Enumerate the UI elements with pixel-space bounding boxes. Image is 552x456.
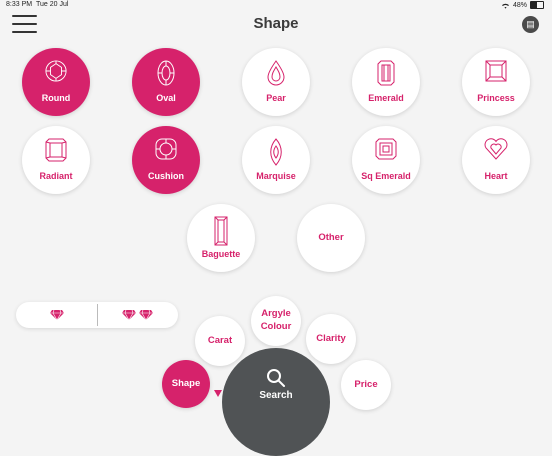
- shape-label: Heart: [484, 171, 508, 181]
- argyle-colour-filter[interactable]: Argyle Colour: [251, 296, 301, 346]
- status-right: 48%: [501, 1, 544, 9]
- wifi-icon: [501, 3, 509, 9]
- carat-label: Carat: [207, 334, 233, 346]
- shape-radiant[interactable]: Radiant: [22, 126, 90, 194]
- square-emerald-diamond-icon: [375, 138, 397, 160]
- shape-label: Oval: [156, 93, 176, 103]
- search-icon: [267, 369, 285, 387]
- shape-label: Radiant: [39, 171, 73, 181]
- shape-other[interactable]: Other: [297, 204, 365, 272]
- emerald-diamond-icon: [377, 60, 395, 86]
- shape-label: Pear: [266, 93, 286, 103]
- double-diamond-icon: [121, 309, 154, 321]
- shape-baguette[interactable]: Baguette: [187, 204, 255, 272]
- shape-label: Baguette: [201, 249, 241, 259]
- status-time: 8:33 PM Tue 20 Jul: [6, 1, 69, 8]
- notes-icon[interactable]: ▤: [522, 16, 539, 33]
- shape-round[interactable]: Round: [22, 48, 90, 116]
- shape-pear[interactable]: Pear: [242, 48, 310, 116]
- radiant-diamond-icon: [45, 138, 67, 162]
- battery-icon: [530, 1, 544, 9]
- shape-sq-emerald[interactable]: Sq Emerald: [352, 126, 420, 194]
- shape-filter-label: Shape: [171, 377, 201, 389]
- shape-cushion[interactable]: Cushion: [132, 126, 200, 194]
- size-toggle: [16, 302, 178, 328]
- shape-emerald[interactable]: Emerald: [352, 48, 420, 116]
- search-label: Search: [259, 390, 293, 401]
- shape-label: Emerald: [368, 93, 404, 103]
- round-diamond-icon: [45, 60, 67, 82]
- clarity-filter[interactable]: Clarity: [306, 314, 356, 364]
- shape-heart[interactable]: Heart: [462, 126, 530, 194]
- page-title: Shape: [253, 15, 299, 32]
- argyle-colour-label: Argyle Colour: [260, 308, 292, 332]
- princess-diamond-icon: [485, 60, 507, 82]
- single-diamond-icon: [49, 309, 64, 321]
- price-filter[interactable]: Price: [341, 360, 391, 410]
- baguette-diamond-icon: [214, 216, 228, 246]
- shape-princess[interactable]: Princess: [462, 48, 530, 116]
- battery-percent: 48%: [512, 1, 527, 9]
- double-diamond-option[interactable]: [97, 302, 178, 328]
- status-date: Tue 20 Jul: [35, 1, 69, 8]
- shape-label: Sq Emerald: [361, 171, 411, 181]
- shape-label: Round: [41, 93, 71, 103]
- pear-diamond-icon: [267, 60, 285, 86]
- status-bar: 8:33 PM Tue 20 Jul 48%: [0, 0, 552, 12]
- battery-fill: [531, 2, 537, 8]
- search-button[interactable]: Search: [222, 348, 330, 456]
- shape-marquise[interactable]: Marquise: [242, 126, 310, 194]
- shape-label: Other: [318, 232, 344, 243]
- shape-filter[interactable]: Shape: [162, 360, 210, 408]
- active-pointer-icon: [214, 390, 222, 397]
- oval-diamond-icon: [157, 60, 175, 86]
- marquise-diamond-icon: [270, 138, 282, 166]
- single-diamond-option[interactable]: [16, 302, 97, 328]
- price-label: Price: [354, 378, 378, 390]
- shape-label: Princess: [477, 93, 515, 103]
- cushion-diamond-icon: [155, 138, 177, 160]
- shape-label: Cushion: [148, 171, 184, 181]
- carat-filter[interactable]: Carat: [195, 316, 245, 366]
- heart-diamond-icon: [484, 138, 508, 160]
- shape-oval[interactable]: Oval: [132, 48, 200, 116]
- clarity-label: Clarity: [316, 332, 346, 344]
- shape-label: Marquise: [256, 171, 296, 181]
